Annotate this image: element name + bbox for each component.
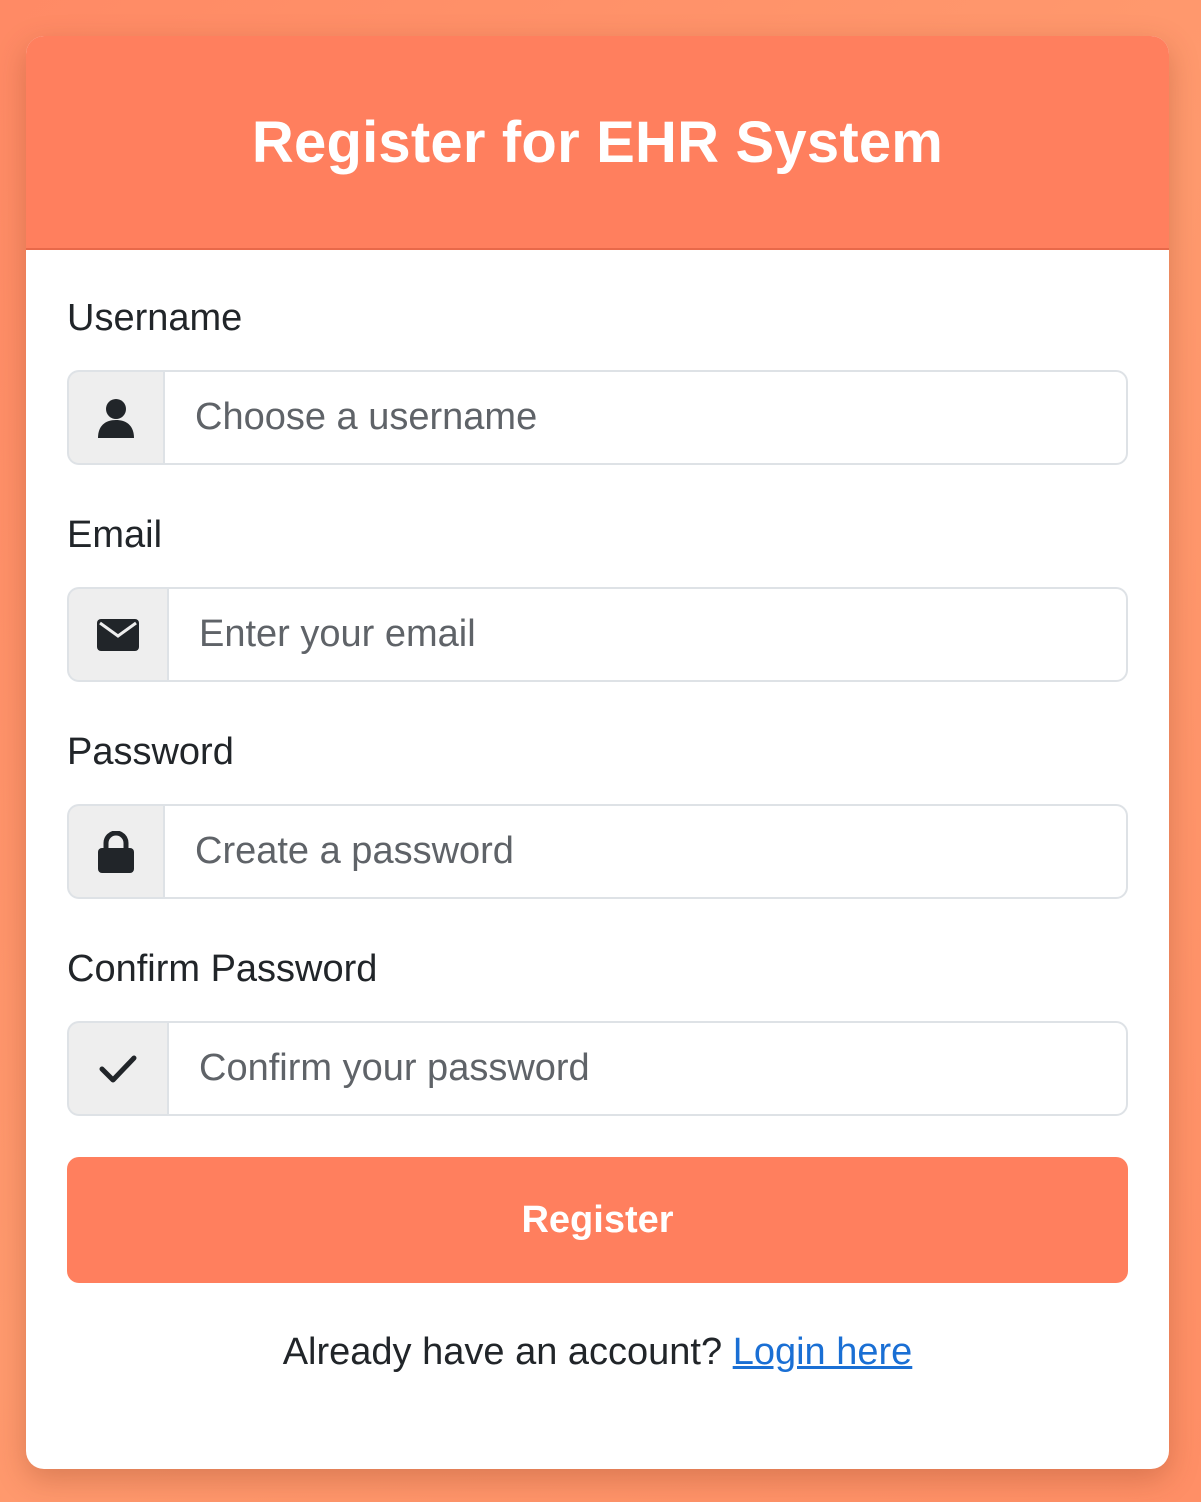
confirm-password-input[interactable] xyxy=(167,1021,1128,1116)
password-input[interactable] xyxy=(163,804,1128,899)
email-label: Email xyxy=(67,514,163,556)
password-label: Password xyxy=(67,731,234,773)
username-input[interactable] xyxy=(163,370,1128,465)
email-group: Email xyxy=(67,513,1128,682)
username-group: Username xyxy=(67,296,1128,465)
email-input[interactable] xyxy=(167,587,1128,682)
lock-icon xyxy=(67,804,163,899)
envelope-icon xyxy=(67,587,167,682)
card-header: Register for EHR System xyxy=(26,36,1169,250)
register-card: Register for EHR System Username Email P… xyxy=(26,36,1169,1469)
page-title: Register for EHR System xyxy=(251,109,944,175)
password-group: Password xyxy=(67,730,1128,899)
login-link[interactable]: Login here xyxy=(733,1331,913,1373)
confirm-password-input-group xyxy=(67,1021,1128,1116)
register-button[interactable]: Register xyxy=(67,1157,1128,1283)
password-input-group xyxy=(67,804,1128,899)
login-prompt: Already have an account? Login here xyxy=(67,1331,1128,1374)
user-icon xyxy=(67,370,163,465)
check-icon xyxy=(67,1021,167,1116)
username-input-group xyxy=(67,370,1128,465)
register-form: Username Email Password xyxy=(26,250,1169,1374)
confirm-password-label: Confirm Password xyxy=(67,948,378,990)
login-prompt-text: Already have an account? xyxy=(282,1331,723,1373)
email-input-group xyxy=(67,587,1128,682)
confirm-password-group: Confirm Password xyxy=(67,947,1128,1116)
username-label: Username xyxy=(67,297,243,339)
